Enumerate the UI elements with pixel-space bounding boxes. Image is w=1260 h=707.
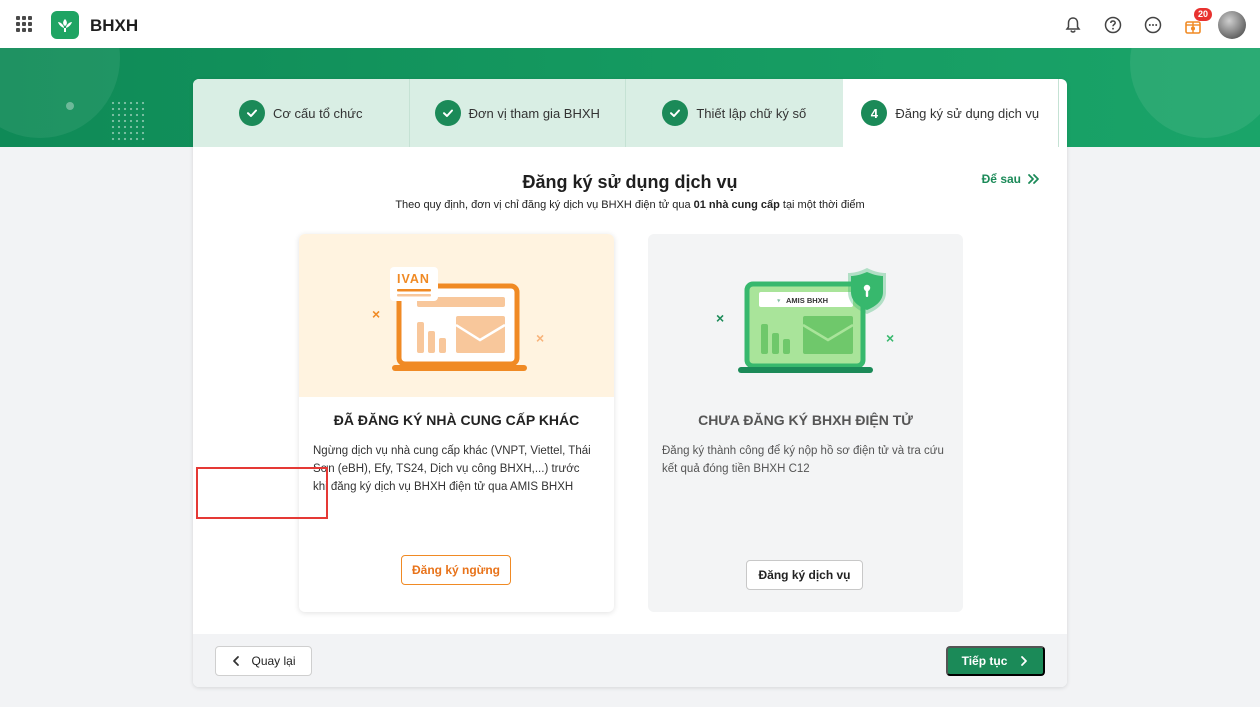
avatar[interactable] [1218,11,1246,39]
check-icon [662,100,689,126]
step-service-registration[interactable]: 4 Đăng ký sử dụng dịch vụ [842,79,1059,147]
option-description: Đăng ký thành công để ký nộp hồ sơ điện … [662,445,944,475]
svg-text:×: × [886,330,894,346]
wizard-steps: Cơ cấu tổ chức Đơn vị tham gia BHXH Thiế… [193,79,1067,147]
svg-text:×: × [372,306,380,322]
option-title: ĐÃ ĐĂNG KÝ NHÀ CUNG CẤP KHÁC [333,412,580,428]
brand-name: BHXH [90,16,139,35]
laptop-amis-illustration: × × ♆ AMIS BHXH [648,234,963,397]
setup-wizard-card: Cơ cấu tổ chức Đơn vị tham gia BHXH Thiế… [193,79,1067,687]
gift-notification-icon[interactable]: 20 [1178,8,1212,40]
next-label: Tiếp tục [961,654,1008,668]
option-not-registered: × × ♆ AMIS BHXH CHƯA ĐĂNG KÝ BHXH ĐIỆN T… [648,234,963,612]
register-service-button[interactable]: Đăng ký dịch vụ [746,560,863,590]
step-label: Đăng ký sử dụng dịch vụ [895,105,1040,121]
notification-badge: 20 [1193,8,1212,21]
register-stop-button[interactable]: Đăng ký ngừng [401,555,511,585]
chat-more-icon[interactable] [1138,10,1168,40]
highlight-box [196,467,328,519]
svg-text:×: × [716,310,724,326]
step-number: 4 [861,100,888,126]
wizard-footer: Quay lại Tiếp tục [193,634,1067,687]
option-description: Ngừng dịch vụ nhà cung cấp khác (VNPT, V… [313,445,591,493]
double-chevron-right-icon [1028,174,1039,184]
brand-logo-icon[interactable] [51,11,79,39]
page-title: Đăng ký sử dụng dịch vụ [522,172,738,192]
laptop-ivan-illustration: × × IVAN [299,234,614,397]
next-button[interactable]: Tiếp tục [946,646,1045,676]
top-icon-group: 20 [1048,8,1246,40]
option-other-provider: × × IVAN ĐÃ ĐĂNG KÝ NHÀ CUNG CẤP KHÁC Ng… [299,234,614,612]
top-bar: BHXH 20 [0,0,1260,48]
app-grid-icon[interactable] [16,16,32,32]
step-organization-structure[interactable]: Cơ cấu tổ chức [193,79,410,147]
check-icon [434,100,461,126]
step-digital-signature[interactable]: Thiết lập chữ ký số [626,79,843,147]
amis-label: AMIS BHXH [786,296,828,305]
svg-text:×: × [536,330,544,346]
back-button[interactable]: Quay lại [215,646,312,676]
check-icon [239,100,265,126]
later-label: Để sau [981,172,1021,186]
step-label: Thiết lập chữ ký số [696,105,807,121]
chevron-left-icon [233,656,240,666]
step-label: Cơ cấu tổ chức [273,105,363,121]
later-link[interactable]: Để sau [982,172,1042,186]
page-subtitle: Theo quy định, đơn vị chỉ đăng ký dịch v… [395,199,865,211]
step-participating-units[interactable]: Đơn vị tham gia BHXH [409,79,626,147]
ivan-label: IVAN [397,272,430,286]
bell-icon[interactable] [1058,10,1088,40]
step-label: Đơn vị tham gia BHXH [468,105,600,121]
option-title: CHƯA ĐĂNG KÝ BHXH ĐIỆN TỬ [698,412,913,428]
back-label: Quay lại [251,654,296,668]
chevron-right-icon [1021,656,1028,666]
help-icon[interactable] [1098,10,1128,40]
svg-text:♆: ♆ [776,296,782,305]
